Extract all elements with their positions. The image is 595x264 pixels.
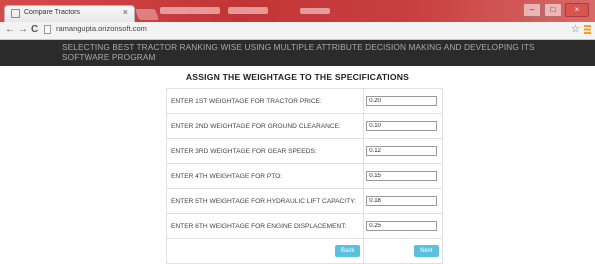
blurred-region <box>160 7 220 14</box>
maximize-button[interactable]: □ <box>544 3 562 17</box>
close-window-button[interactable]: × <box>565 3 589 17</box>
weightage-input-pto[interactable] <box>366 171 438 181</box>
blurred-region <box>300 8 330 14</box>
weightage-label-price: ENTER 1ST WEIGHTAGE FOR TRACTOR PRICE: <box>165 88 365 114</box>
tab-close-icon[interactable]: × <box>123 7 128 17</box>
back-button[interactable]: Back <box>335 245 361 257</box>
bookmark-star-icon[interactable]: ☆ <box>571 24 580 36</box>
page-favicon-icon <box>11 9 20 18</box>
weightage-label-engine-displacement: ENTER 6TH WEIGHTAGE FOR ENGINE DISPLACEM… <box>165 213 365 239</box>
minimize-button[interactable]: – <box>523 3 541 17</box>
address-bar[interactable]: ramangupta.orizonsoft.com <box>44 24 564 36</box>
new-tab-button[interactable] <box>134 9 160 20</box>
browser-titlebar: Compare Tractors × – □ × <box>0 0 595 22</box>
form-row: ENTER 3RD WEIGHTAGE FOR GEAR SPEEDS: <box>165 138 443 164</box>
weightage-label-gear-speeds: ENTER 3RD WEIGHTAGE FOR GEAR SPEEDS: <box>165 138 365 164</box>
form-row: ENTER 1ST WEIGHTAGE FOR TRACTOR PRICE: <box>165 88 443 114</box>
url-text: ramangupta.orizonsoft.com <box>56 24 147 33</box>
browser-menu-icon[interactable] <box>584 25 591 34</box>
form-buttons-row: Back Next <box>165 238 443 264</box>
weightage-input-gear-speeds[interactable] <box>366 146 438 156</box>
form-row: ENTER 6TH WEIGHTAGE FOR ENGINE DISPLACEM… <box>165 213 443 239</box>
weightage-form: ENTER 1ST WEIGHTAGE FOR TRACTOR PRICE: E… <box>165 88 443 264</box>
tab-title: Compare Tractors <box>24 9 81 16</box>
next-button[interactable]: Next <box>414 245 439 257</box>
page-icon <box>44 25 51 34</box>
forward-arrow-icon[interactable]: → <box>18 24 28 36</box>
blurred-region <box>228 7 268 14</box>
site-title: SELECTING BEST TRACTOR RANKING WISE USIN… <box>62 42 535 62</box>
reload-icon[interactable]: C <box>31 24 38 36</box>
form-row: ENTER 5TH WEIGHTAGE FOR HYDRAULIC LIFT C… <box>165 188 443 214</box>
weightage-input-ground-clearance[interactable] <box>366 121 438 131</box>
form-row: ENTER 2ND WEIGHTAGE FOR GROUND CLEARANCE… <box>165 113 443 139</box>
back-arrow-icon[interactable]: ← <box>5 24 15 36</box>
browser-toolbar: ← → C ramangupta.orizonsoft.com ☆ <box>0 22 595 40</box>
weightage-input-price[interactable] <box>366 96 438 106</box>
weightage-label-ground-clearance: ENTER 2ND WEIGHTAGE FOR GROUND CLEARANCE… <box>165 113 365 139</box>
weightage-label-pto: ENTER 4TH WEIGHTAGE FOR PTO: <box>165 163 365 189</box>
form-row: ENTER 4TH WEIGHTAGE FOR PTO: <box>165 163 443 189</box>
window-controls: – □ × <box>523 3 589 17</box>
site-header: SELECTING BEST TRACTOR RANKING WISE USIN… <box>0 40 595 66</box>
weightage-label-hydraulic-lift: ENTER 5TH WEIGHTAGE FOR HYDRAULIC LIFT C… <box>165 188 365 214</box>
form-title: ASSIGN THE WEIGHTAGE TO THE SPECIFICATIO… <box>185 72 410 82</box>
weightage-input-hydraulic-lift[interactable] <box>366 196 438 206</box>
browser-tab[interactable]: Compare Tractors × <box>4 5 135 22</box>
weightage-input-engine-displacement[interactable] <box>366 221 438 231</box>
